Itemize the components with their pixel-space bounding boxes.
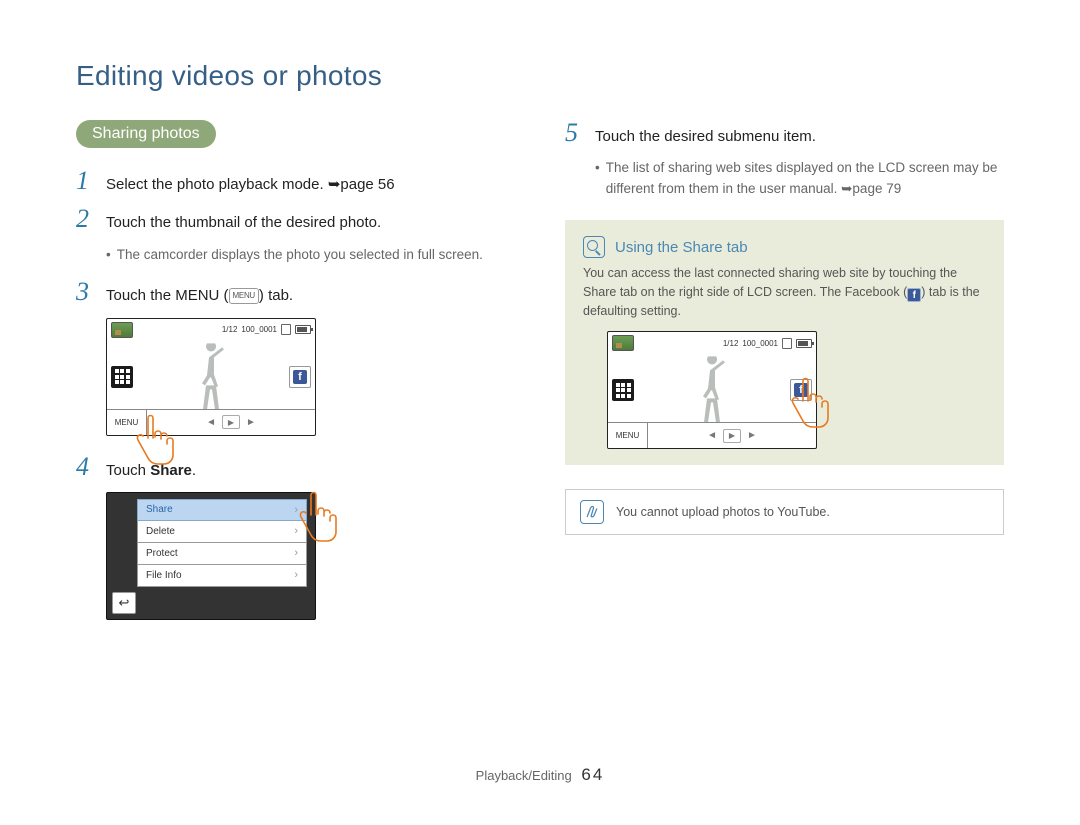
step-text: Touch the desired submenu item. — [595, 125, 816, 148]
step-5: 5 Touch the desired submenu item. — [565, 120, 1004, 148]
step-2: 2 Touch the thumbnail of the desired pho… — [76, 206, 515, 234]
step-text: Touch the thumbnail of the desired photo… — [106, 211, 381, 234]
facebook-icon: f — [907, 288, 921, 302]
magnifier-icon — [583, 236, 605, 258]
step-text: Touch the MENU (MENU) tab. — [106, 284, 293, 307]
battery-icon — [796, 339, 812, 348]
left-column: Sharing photos 1 Select the photo playba… — [76, 120, 515, 638]
play-icon: ▶ — [222, 415, 240, 429]
touch-hand-icon — [130, 412, 180, 467]
page-number: 64 — [581, 765, 604, 784]
photo-content — [691, 356, 733, 426]
note-box: You cannot upload photos to YouTube. — [565, 489, 1004, 535]
tip-text-part: You can access the last connected sharin… — [583, 266, 957, 299]
note-text: You cannot upload photos to YouTube. — [616, 505, 830, 519]
page-footer: Playback/Editing 64 — [0, 765, 1080, 785]
tip-box: Using the Share tab You can access the l… — [565, 220, 1004, 465]
bullet-text: The camcorder displays the photo you sel… — [117, 245, 483, 266]
menu-label: Delete — [146, 526, 175, 537]
lcd-topbar: 1/12 100_0001 — [111, 322, 311, 338]
arrow-icon: ➥ — [328, 176, 341, 193]
lcd-illustration-2: Share› Delete› Protect › File Info › ↩ — [106, 492, 316, 620]
chevron-right-icon: › — [294, 547, 298, 559]
memory-card-icon — [281, 324, 291, 335]
menu-tag-icon: MENU — [229, 288, 259, 303]
section-pill: Sharing photos — [76, 120, 216, 148]
step-text-part: page 56 — [340, 176, 394, 193]
bullet-text: The list of sharing web sites displayed … — [606, 158, 1004, 200]
chevron-right-icon: › — [294, 569, 298, 581]
step-1: 1 Select the photo playback mode. ➥page … — [76, 168, 515, 196]
step-text-part: ) tab. — [259, 287, 293, 304]
note-icon — [580, 500, 604, 524]
menu-label: File Info — [146, 570, 182, 581]
lcd-counter: 1/12 — [222, 325, 238, 334]
footer-label: Playback/Editing — [476, 768, 572, 783]
menu-label: Protect — [146, 548, 178, 559]
step-number: 4 — [76, 454, 94, 480]
tip-text: You can access the last connected sharin… — [583, 264, 986, 321]
page-title: Editing videos or photos — [76, 60, 1004, 92]
lcd-counter: 1/12 — [723, 339, 739, 348]
step-number: 2 — [76, 206, 94, 232]
tip-title: Using the Share tab — [615, 239, 748, 256]
bullet-text-part: The list of sharing web sites displayed … — [606, 160, 998, 196]
lcd-topbar: 1/12 100_0001 — [612, 335, 812, 351]
back-button-icon: ↩ — [112, 592, 136, 614]
photo-content — [190, 343, 232, 413]
step-text-part: Select the photo playback mode. — [106, 176, 328, 193]
play-icon: ▶ — [723, 429, 741, 443]
lcd-illustration-3: 1/12 100_0001 f MENU — [607, 331, 822, 449]
menu-list: Share› Delete› Protect › File Info › — [137, 499, 307, 587]
lcd-illustration-1: 1/12 100_0001 f MENU ◄▶► — [106, 318, 321, 436]
menu-row-fileinfo: File Info › — [137, 565, 307, 587]
step-number: 3 — [76, 279, 94, 305]
menu-row-delete: Delete› — [137, 521, 307, 543]
menu-label: Share — [146, 504, 173, 515]
touch-hand-icon — [293, 489, 343, 544]
right-column: 5 Touch the desired submenu item. •The l… — [565, 120, 1004, 638]
step-5-bullet: •The list of sharing web sites displayed… — [595, 158, 1004, 200]
battery-icon — [295, 325, 311, 334]
step-text-part: Touch the MENU ( — [106, 287, 229, 304]
step-number: 1 — [76, 168, 94, 194]
memory-card-icon — [782, 338, 792, 349]
grid-icon — [111, 366, 133, 388]
grid-icon — [612, 379, 634, 401]
thumbnail-icon — [612, 335, 634, 351]
arrow-icon: ➥ — [841, 181, 852, 196]
touch-hand-icon — [785, 375, 835, 430]
lcd-filename: 100_0001 — [742, 339, 778, 348]
menu-row-share: Share› — [137, 499, 307, 521]
step-2-bullet: •The camcorder displays the photo you se… — [106, 245, 515, 266]
menu-row-protect: Protect › — [137, 543, 307, 565]
step-number: 5 — [565, 120, 583, 146]
share-tab: f — [289, 366, 311, 388]
menu-button: MENU — [608, 422, 648, 448]
bullet-text-part: page 79 — [852, 181, 901, 196]
step-text-part: . — [192, 462, 196, 479]
step-3: 3 Touch the MENU (MENU) tab. — [76, 279, 515, 307]
facebook-icon: f — [293, 370, 307, 384]
thumbnail-icon — [111, 322, 133, 338]
lcd-filename: 100_0001 — [241, 325, 277, 334]
step-text: Select the photo playback mode. ➥page 56 — [106, 173, 395, 196]
